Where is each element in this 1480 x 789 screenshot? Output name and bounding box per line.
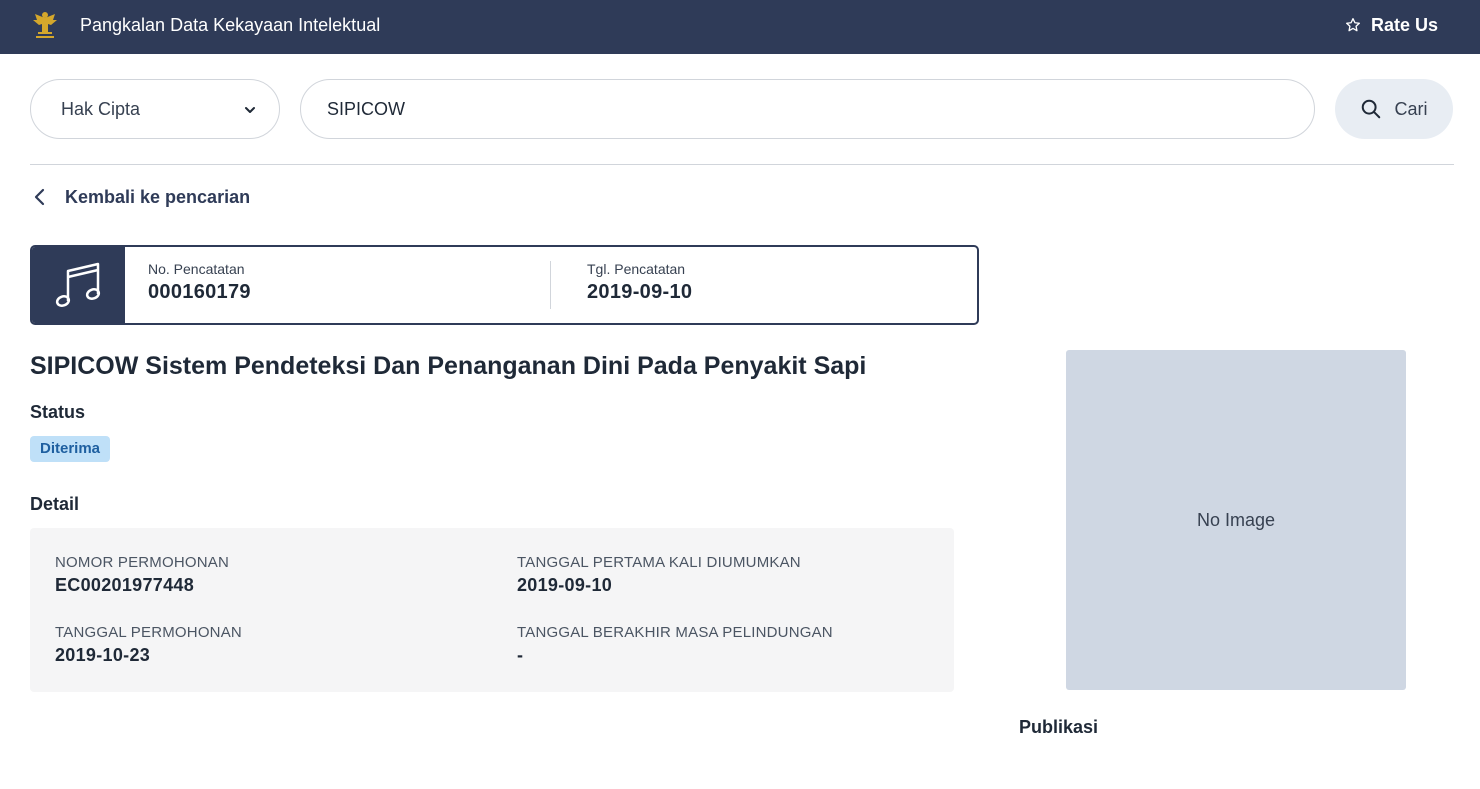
- search-icon: [1362, 99, 1381, 119]
- top-navbar: Pangkalan Data Kekayaan Intelektual Rate…: [0, 0, 1480, 54]
- record-number-value: 000160179: [148, 281, 251, 303]
- divider: [30, 164, 1454, 165]
- field-value: -: [517, 645, 524, 665]
- chevron-down-icon: [245, 107, 255, 113]
- back-to-search-link[interactable]: Kembali ke pencarian: [33, 185, 250, 209]
- record-date-label: Tgl. Pencatatan: [587, 261, 686, 277]
- page-title: SIPICOW Sistem Pendeteksi Dan Penanganan…: [30, 352, 867, 380]
- record-date: Tgl. Pencatatan 2019-09-10: [587, 261, 692, 304]
- garuda-emblem-icon[interactable]: [31, 10, 59, 40]
- field-value: 2019-09-10: [517, 575, 613, 595]
- rate-us-label: Rate Us: [1370, 14, 1438, 35]
- publikasi-heading: Publikasi: [1019, 717, 1099, 737]
- record-card: No. Pencatatan 000160179 Tgl. Pencatatan…: [30, 245, 979, 325]
- rate-us-button[interactable]: Rate Us: [1345, 13, 1438, 37]
- field-label: TANGGAL BERAKHIR MASA PELINDUNGAN: [517, 624, 833, 641]
- back-link-label: Kembali ke pencarian: [65, 186, 251, 207]
- field-value: EC00201977448: [55, 575, 195, 595]
- protection-end-date-field: TANGGAL BERAKHIR MASA PELINDUNGAN -: [517, 624, 833, 666]
- star-icon: [1345, 18, 1360, 32]
- app-title[interactable]: Pangkalan Data Kekayaan Intelektual: [80, 15, 380, 36]
- record-separator: [550, 261, 551, 309]
- no-image-text: No Image: [1196, 509, 1276, 530]
- search-button[interactable]: Cari: [1335, 79, 1453, 139]
- application-date-field: TANGGAL PERMOHONAN 2019-10-23: [55, 624, 242, 666]
- search-input[interactable]: [300, 79, 1315, 139]
- category-select[interactable]: Hak Cipta: [30, 79, 280, 139]
- music-note-icon: [55, 262, 100, 307]
- chevron-left-icon: [34, 188, 45, 206]
- status-badge: Diterima: [30, 436, 111, 462]
- status-heading: Status: [30, 402, 86, 422]
- first-announced-date-field: TANGGAL PERTAMA KALI DIUMUMKAN 2019-09-1…: [517, 554, 801, 596]
- detail-panel: NOMOR PERMOHONAN EC00201977448 TANGGAL P…: [30, 528, 954, 692]
- application-number-field: NOMOR PERMOHONAN EC00201977448: [55, 554, 229, 596]
- record-number: No. Pencatatan 000160179: [148, 261, 251, 304]
- record-number-label: No. Pencatatan: [148, 261, 245, 277]
- record-type-icon-box: [32, 247, 125, 323]
- detail-heading: Detail: [30, 494, 80, 514]
- field-value: 2019-10-23: [55, 645, 151, 665]
- field-label: TANGGAL PERTAMA KALI DIUMUMKAN: [517, 554, 801, 571]
- field-label: NOMOR PERMOHONAN: [55, 554, 230, 571]
- field-label: TANGGAL PERMOHONAN: [55, 624, 242, 641]
- search-button-label: Cari: [1394, 98, 1428, 119]
- category-selected-value: Hak Cipta: [61, 99, 141, 119]
- image-placeholder: No Image: [1066, 350, 1406, 690]
- record-date-value: 2019-09-10: [587, 281, 693, 303]
